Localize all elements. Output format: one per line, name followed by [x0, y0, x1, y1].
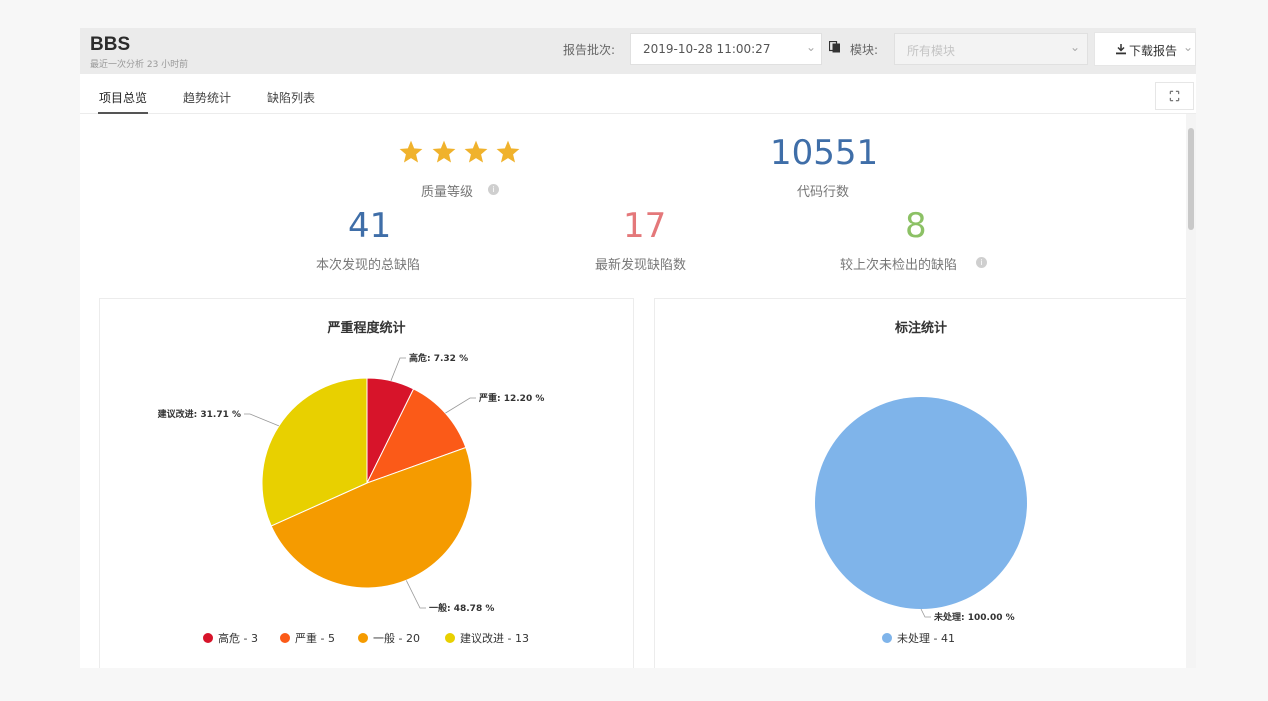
undetected-defects-label: 较上次未检出的缺陷: [840, 258, 958, 273]
info-icon[interactable]: i: [976, 257, 987, 268]
legend-marker[interactable]: [445, 633, 455, 643]
scrollbar-thumb[interactable]: [1188, 128, 1194, 230]
pie-data-label: 未处理: 100.00 %: [933, 611, 1015, 623]
copy-icon: [829, 41, 840, 53]
severity-chart-panel: 严重程度统计 高危: 7.32 % 严重: 12.20 % 一般: 48.78 % 建…: [99, 298, 634, 668]
quality-level-label: 质量等级: [421, 185, 474, 200]
pie-leader-line: [445, 397, 476, 414]
legend-marker[interactable]: [280, 633, 290, 643]
pie-data-label: 高危: 7.32 %: [409, 352, 468, 364]
new-defects-label: 最新发现缺陷数: [595, 258, 687, 273]
active-tab-indicator: [98, 112, 148, 114]
chevron-down-icon: ⌄: [1183, 40, 1194, 54]
new-defects-value: 17: [623, 206, 667, 246]
download-icon: [1116, 44, 1126, 55]
chevron-down-icon: ⌄: [806, 40, 817, 54]
module-select-placeholder: 所有模块: [907, 44, 956, 58]
batch-select[interactable]: 2019-10-28 11:00:27 ⌄: [630, 33, 822, 65]
annotation-chart-panel: 标注统计 未处理: 100.00 % 未处理 - 41: [654, 298, 1188, 668]
legend-label[interactable]: 一般 - 20: [373, 632, 420, 645]
pie-data-label: 建议改进: 31.71 %: [158, 408, 241, 420]
info-icon[interactable]: i: [488, 184, 499, 195]
module-label: 模块:: [850, 43, 879, 57]
download-report-button[interactable]: 下载报告 ⌄: [1094, 32, 1196, 66]
star-icon: [399, 140, 423, 163]
lines-of-code-label: 代码行数: [797, 185, 850, 200]
pie-leader-line: [920, 608, 931, 618]
batch-label: 报告批次:: [563, 43, 616, 57]
tab-trend-statistics[interactable]: 趋势统计: [183, 89, 231, 106]
fullscreen-button[interactable]: [1155, 82, 1194, 110]
legend-marker[interactable]: [882, 633, 892, 643]
star-icon: [496, 140, 520, 163]
pie-leader-line: [405, 580, 426, 609]
undetected-defects-value: 8: [905, 206, 927, 246]
tab-bar: 项目总览 趋势统计 缺陷列表: [80, 74, 1196, 114]
pie-leader-line: [244, 413, 280, 427]
download-report-label: 下载报告: [1129, 44, 1178, 58]
quality-stars: [398, 139, 522, 165]
module-select[interactable]: 所有模块 ⌄: [894, 33, 1088, 65]
chevron-down-icon: ⌄: [1070, 40, 1081, 54]
lines-of-code-value: 10551: [770, 133, 879, 173]
tab-defect-list[interactable]: 缺陷列表: [267, 89, 315, 106]
pie-slice[interactable]: [815, 397, 1027, 609]
header-bar: BBS 最近一次分析 23 小时前 报告批次: 2019-10-28 11:00…: [80, 28, 1196, 74]
project-title: BBS: [90, 34, 131, 55]
severity-pie-chart: 高危: 7.32 % 严重: 12.20 % 一般: 48.78 % 建议改进: 31…: [158, 352, 545, 645]
total-defects-label: 本次发现的总缺陷: [316, 258, 421, 273]
pie-leader-line: [390, 357, 406, 381]
tab-project-overview[interactable]: 项目总览: [99, 89, 147, 106]
star-icon: [464, 140, 488, 163]
legend-label[interactable]: 严重 - 5: [295, 631, 335, 645]
legend-label[interactable]: 高危 - 3: [218, 631, 258, 645]
annotation-pie-chart: 未处理: 100.00 % 未处理 - 41: [815, 397, 1027, 645]
legend-marker[interactable]: [358, 633, 368, 643]
legend-label[interactable]: 建议改进 - 13: [460, 631, 529, 645]
legend-marker[interactable]: [203, 633, 213, 643]
batch-select-value: 2019-10-28 11:00:27: [643, 42, 771, 56]
pie-data-label: 严重: 12.20 %: [478, 392, 544, 404]
last-analysis-text: 最近一次分析 23 小时前: [90, 60, 189, 70]
pie-data-label: 一般: 48.78 %: [429, 602, 494, 614]
total-defects-value: 41: [348, 206, 392, 246]
app-window: BBS 最近一次分析 23 小时前 报告批次: 2019-10-28 11:00…: [80, 28, 1196, 668]
expand-icon: [1169, 90, 1180, 102]
legend-label[interactable]: 未处理 - 41: [897, 632, 955, 645]
star-icon: [432, 140, 456, 163]
